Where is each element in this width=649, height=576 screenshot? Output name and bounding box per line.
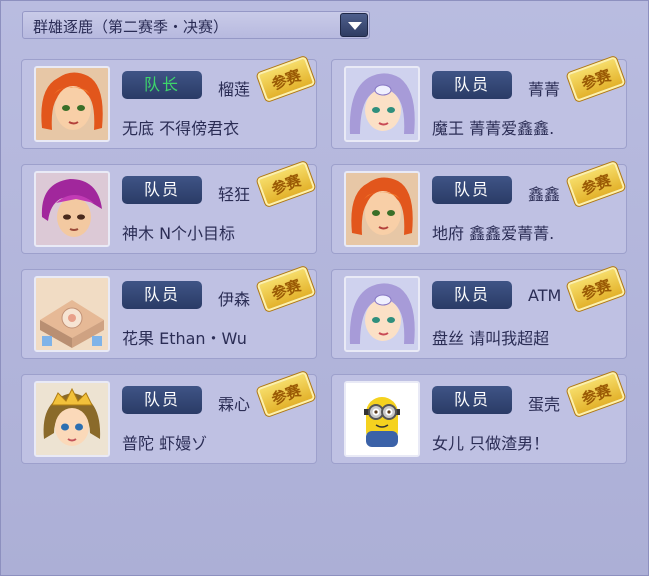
participate-stamp: 参赛 <box>255 159 317 209</box>
member-title: 无底 不得傍君衣 <box>122 119 240 138</box>
member-title: 花果 Ethan・Wu <box>122 329 247 348</box>
member-nickname: 鑫鑫 <box>528 185 561 204</box>
role-badge: 队员 <box>122 386 202 414</box>
member-title: 普陀 虾嫚ゾ <box>122 434 208 453</box>
avatar <box>344 381 420 457</box>
avatar <box>344 276 420 352</box>
participate-stamp: 参赛 <box>565 264 627 314</box>
member-card[interactable]: 队员 鑫鑫 地府 鑫鑫爱菁菁. 参赛 <box>331 159 627 254</box>
member-nickname: 榴莲 <box>218 80 251 99</box>
member-nickname: 菁菁 <box>528 80 561 99</box>
member-card[interactable]: 队员 轻狂 神木 N个小目标 参赛 <box>21 159 317 254</box>
member-card[interactable]: 队员 菁菁 魔王 菁菁爱鑫鑫. 参赛 <box>331 54 627 149</box>
member-card[interactable]: 队员 伊森 花果 Ethan・Wu 参赛 <box>21 264 317 359</box>
match-select[interactable]: 群雄逐鹿（第二赛季・决赛） <box>22 11 370 39</box>
role-badge: 队员 <box>432 281 512 309</box>
member-nickname: 霖心 <box>218 395 251 414</box>
participate-stamp: 参赛 <box>255 264 317 314</box>
participate-stamp: 参赛 <box>565 159 627 209</box>
team-panel: 群雄逐鹿（第二赛季・决赛） 队长 榴莲 无底 不得傍君衣 参赛 队员 菁菁 魔王… <box>0 0 649 576</box>
member-card[interactable]: 队员 霖心 普陀 虾嫚ゾ 参赛 <box>21 369 317 464</box>
participate-stamp: 参赛 <box>255 369 317 419</box>
role-badge: 队员 <box>432 176 512 204</box>
member-nickname: 伊森 <box>218 290 251 309</box>
role-badge: 队长 <box>122 71 202 99</box>
avatar <box>344 171 420 247</box>
member-title: 女儿 只做渣男！ <box>432 434 550 453</box>
match-select-label: 群雄逐鹿（第二赛季・决赛） <box>33 18 229 36</box>
member-nickname: 蛋壳 <box>528 395 561 414</box>
avatar <box>34 171 110 247</box>
chevron-down-icon <box>348 22 362 30</box>
role-badge: 队员 <box>432 71 512 99</box>
member-title: 地府 鑫鑫爱菁菁. <box>432 224 555 243</box>
member-card[interactable]: 队员 ATM 盘丝 请叫我超超 参赛 <box>331 264 627 359</box>
member-title: 神木 N个小目标 <box>122 224 236 243</box>
role-badge: 队员 <box>122 281 202 309</box>
member-nickname: 轻狂 <box>218 185 251 204</box>
member-card[interactable]: 队员 蛋壳 女儿 只做渣男！ 参赛 <box>331 369 627 464</box>
member-card[interactable]: 队长 榴莲 无底 不得傍君衣 参赛 <box>21 54 317 149</box>
participate-stamp: 参赛 <box>565 369 627 419</box>
role-badge: 队员 <box>432 386 512 414</box>
member-title: 魔王 菁菁爱鑫鑫. <box>432 119 555 138</box>
member-title: 盘丝 请叫我超超 <box>432 329 550 348</box>
avatar <box>34 381 110 457</box>
participate-stamp: 参赛 <box>255 54 317 104</box>
member-nickname: ATM <box>528 286 562 305</box>
role-badge: 队员 <box>122 176 202 204</box>
dropdown-button[interactable] <box>340 13 368 37</box>
participate-stamp: 参赛 <box>565 54 627 104</box>
avatar <box>34 66 110 142</box>
avatar <box>34 276 110 352</box>
avatar <box>344 66 420 142</box>
